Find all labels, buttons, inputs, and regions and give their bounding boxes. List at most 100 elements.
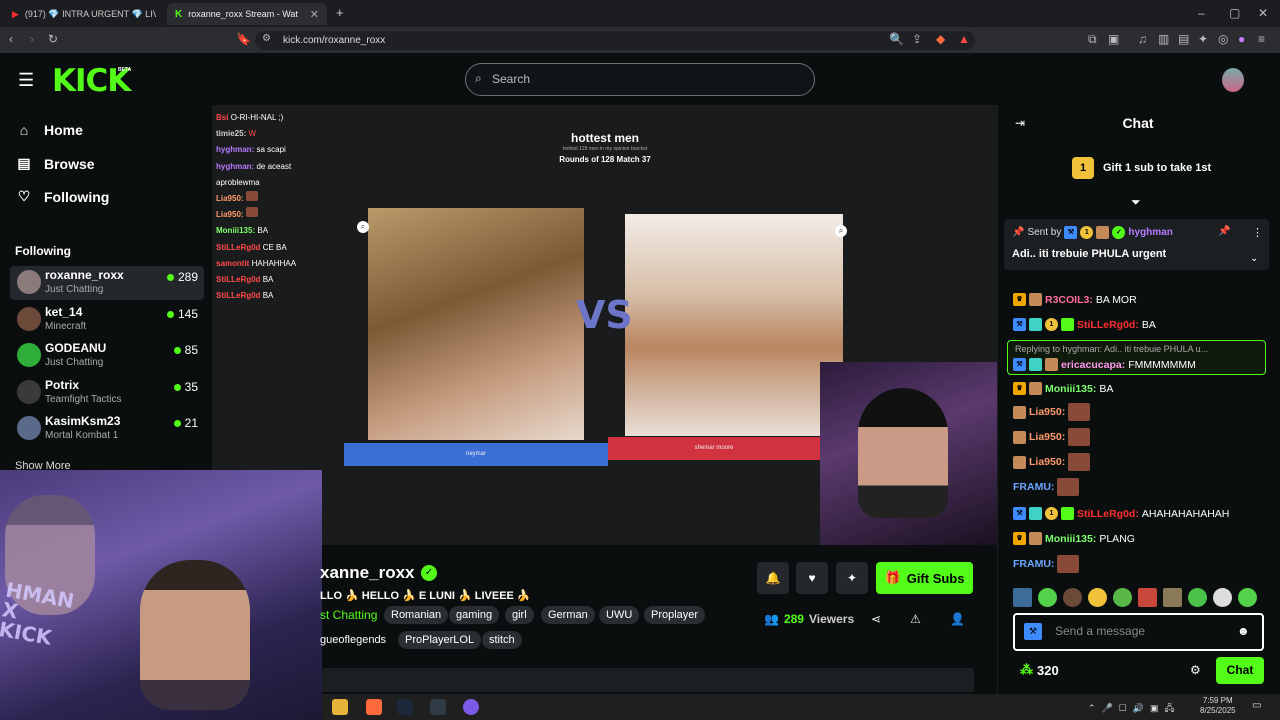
chat-username[interactable]: Lia950:	[1029, 456, 1065, 468]
chat-username[interactable]: Lia950:	[1029, 406, 1065, 418]
emote-icon[interactable]	[1063, 588, 1082, 607]
close-window-icon[interactable]: ✕	[1258, 6, 1268, 20]
follow-button[interactable]: ♥	[796, 562, 828, 594]
emote-icon[interactable]	[1088, 588, 1107, 607]
emote-icon[interactable]	[1013, 588, 1032, 607]
chat-username[interactable]: FRAMU:	[1013, 481, 1054, 493]
steam-icon[interactable]	[397, 699, 413, 715]
following-item[interactable]: KasimKsm23 Mortal Kombat 1 21	[10, 412, 204, 446]
collapse-chat-icon[interactable]: ⇥	[1015, 116, 1025, 130]
zoom-icon[interactable]: 🔍	[889, 32, 904, 46]
tag[interactable]: German	[541, 606, 595, 624]
emoji-picker-icon[interactable]: ☻	[1237, 624, 1250, 638]
chevron-down-icon[interactable]: ⌄	[1250, 253, 1258, 264]
wallet-icon[interactable]: ▤	[1178, 32, 1189, 46]
terminal-icon[interactable]	[430, 699, 446, 715]
emote-icon[interactable]	[1138, 588, 1157, 607]
vpn-icon[interactable]: ◎	[1218, 32, 1228, 46]
pinned-username[interactable]: hyghman	[1128, 227, 1172, 238]
browser-tab[interactable]: ▶ (917) 💎 INTRA URGENT 💎 LIVEUL	[4, 3, 164, 25]
menu-icon[interactable]: ≡	[1258, 32, 1265, 46]
emote-icon[interactable]	[1188, 588, 1207, 607]
obs-icon[interactable]	[463, 699, 479, 715]
emote-icon[interactable]	[1038, 588, 1057, 607]
share-icon[interactable]: ⇪	[912, 32, 922, 46]
search-input[interactable]: Search	[492, 72, 530, 86]
brave-rewards-icon[interactable]: ▲	[958, 32, 970, 46]
notification-bell-button[interactable]: 🔔	[757, 562, 789, 594]
tag[interactable]: Proplayer	[644, 606, 706, 624]
forward-icon[interactable]: ›	[30, 32, 34, 46]
chat-message: ⚒ ericacucapa: FMMMMMMM	[1013, 358, 1196, 371]
stream-category[interactable]: st Chatting	[320, 608, 377, 622]
share-icon[interactable]: ⋖	[871, 612, 881, 626]
chat-username[interactable]: StiLLeRg0d:	[1077, 319, 1139, 331]
filter-icon[interactable]: ⏷	[1131, 195, 1141, 210]
emote-icon[interactable]	[1238, 588, 1257, 607]
back-icon[interactable]: ‹	[9, 32, 13, 46]
site-info-icon[interactable]: ⚙	[262, 33, 271, 44]
chat-send-button[interactable]: Chat	[1216, 657, 1264, 684]
system-clock[interactable]: 7:59 PM 8/25/2025	[1200, 696, 1236, 716]
following-item[interactable]: Potrix Teamfight Tactics 35	[10, 376, 204, 410]
tag[interactable]: stitch	[482, 631, 522, 649]
nav-home[interactable]: ⌂ Home	[16, 122, 83, 138]
brave-shield-icon[interactable]: ◆	[936, 32, 945, 46]
unpin-icon[interactable]: 📌	[1218, 226, 1230, 237]
pinned-message-text: Adi.. iti trebuie PHULA urgent	[1012, 248, 1167, 260]
extensions-icon[interactable]: ⧉	[1088, 32, 1097, 47]
tag[interactable]: girl	[505, 606, 534, 624]
new-tab-button[interactable]: +	[336, 5, 344, 20]
tag[interactable]: UWU	[599, 606, 640, 624]
reload-icon[interactable]: ↻	[48, 32, 58, 46]
chat-username[interactable]: Lia950:	[1029, 431, 1065, 443]
emote-icon[interactable]	[1163, 588, 1182, 607]
chat-username[interactable]: StiLLeRg0d:	[1077, 508, 1139, 520]
add-friend-icon[interactable]: 👤	[950, 612, 965, 626]
tag[interactable]: gaming	[449, 606, 500, 624]
browser-tab-active[interactable]: K roxanne_roxx Stream - Watch ✕	[167, 3, 327, 25]
chat-username[interactable]: Moniii135:	[1045, 533, 1096, 545]
following-item[interactable]: roxanne_roxx Just Chatting 289	[10, 266, 204, 300]
viewer-number: 145	[177, 307, 198, 321]
channel-title[interactable]: xanne_roxx	[320, 563, 415, 583]
chat-message: ⚒ 1 StiLLeRg0d: AHAHAHAHAHAH	[1013, 507, 1229, 520]
tag[interactable]: Romanian	[384, 606, 449, 624]
nav-following[interactable]: ♡ Following	[16, 188, 110, 205]
emote-icon[interactable]	[1213, 588, 1232, 607]
more-options-icon[interactable]: ⋮	[1252, 226, 1263, 239]
chat-username[interactable]: FRAMU:	[1013, 558, 1054, 570]
nav-browse[interactable]: ▤ Browse	[16, 155, 94, 172]
gift-leaderboard-badge[interactable]: 1	[1072, 157, 1094, 179]
brave-browser-icon[interactable]	[366, 699, 382, 715]
chat-settings-icon[interactable]: ⚙	[1190, 663, 1201, 677]
minimize-icon[interactable]: –	[1198, 6, 1205, 20]
file-explorer-icon[interactable]	[332, 699, 348, 715]
leo-icon[interactable]: ✦	[1198, 32, 1208, 46]
profile-icon[interactable]: ●	[1238, 32, 1245, 46]
close-tab-icon[interactable]: ✕	[310, 8, 319, 21]
channel-points[interactable]: ⁂ 320	[1020, 662, 1059, 678]
hamburger-icon[interactable]: ☰	[18, 70, 34, 91]
bookmark-icon[interactable]: 🔖	[236, 32, 251, 46]
sidebar-icon[interactable]: ▥	[1158, 32, 1169, 46]
chat-input-placeholder[interactable]: Send a message	[1055, 624, 1145, 638]
following-item[interactable]: GODEANU Just Chatting 85	[10, 339, 204, 373]
following-item[interactable]: ket_14 Minecraft 145	[10, 303, 204, 337]
sparkle-button[interactable]: ✦	[836, 562, 868, 594]
report-icon[interactable]: ⚠	[910, 612, 921, 626]
chat-username[interactable]: ericacucapa:	[1061, 359, 1125, 371]
emote-icon[interactable]	[1113, 588, 1132, 607]
tag[interactable]: gueoflegends	[320, 631, 386, 649]
chat-username[interactable]: R3COIL3:	[1045, 294, 1093, 306]
user-avatar[interactable]	[1222, 68, 1244, 92]
chat-username[interactable]: Moniii135:	[1045, 383, 1096, 395]
tab-search-icon[interactable]: ▣	[1108, 32, 1119, 46]
media-icon[interactable]: ♫	[1138, 32, 1147, 46]
maximize-icon[interactable]: ▢	[1229, 6, 1240, 20]
tag[interactable]: ProPlayerLOL	[398, 631, 482, 649]
emote-icon	[1068, 428, 1091, 446]
notifications-icon[interactable]: ▭	[1252, 700, 1261, 711]
system-tray-icons[interactable]: ⌃🎤☐🔊▣🖧	[1088, 701, 1181, 717]
gift-subs-button[interactable]: 🎁 Gift Subs	[876, 562, 973, 594]
